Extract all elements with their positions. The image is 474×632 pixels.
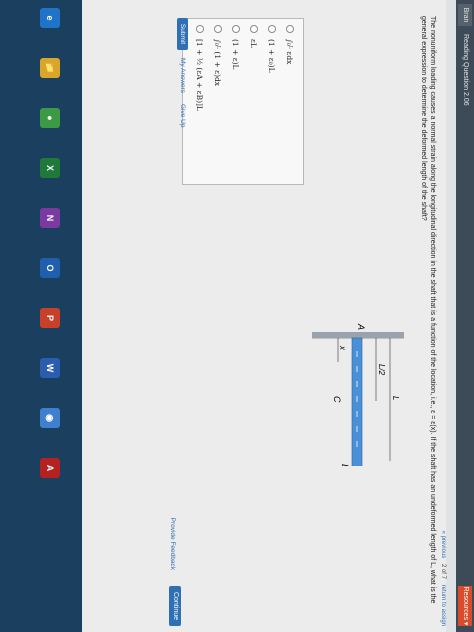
onenote-icon[interactable]: N: [40, 208, 60, 228]
option-3[interactable]: εL: [247, 25, 261, 48]
submit-button[interactable]: Submit: [177, 18, 188, 50]
ie-icon[interactable]: e: [40, 8, 60, 28]
radio-button[interactable]: [196, 25, 204, 33]
folder-icon[interactable]: 📁: [40, 58, 60, 78]
label-C: C: [332, 396, 342, 403]
chrome-icon[interactable]: ●: [40, 108, 60, 128]
radio-button[interactable]: [250, 25, 258, 33]
radio-button[interactable]: [286, 25, 294, 33]
label-x: x: [338, 345, 347, 351]
option-4[interactable]: (1 + ε)L: [229, 25, 243, 70]
option-2[interactable]: (1 + ε₀)L: [265, 25, 279, 73]
continue-button[interactable]: Continue: [169, 586, 181, 626]
question-text: The nonuniform loading causes a normal s…: [420, 16, 436, 604]
label-L2: L/2: [377, 364, 386, 376]
label-B: B: [340, 464, 350, 466]
label-L: L: [391, 396, 400, 400]
option-label: ∫₀ᴸ εdx: [285, 39, 295, 65]
outlook-icon[interactable]: O: [40, 258, 60, 278]
resources-button[interactable]: Resources ▾: [458, 586, 472, 626]
wall-support: [312, 332, 404, 338]
option-5[interactable]: ∫₀ᴸ (1 + ε)dx: [211, 25, 225, 86]
my-answers-link[interactable]: My Answers: [179, 58, 186, 93]
radio-button[interactable]: [214, 25, 222, 33]
tab-bar: Bran Reading Question 2.06 Resources ▾: [456, 0, 474, 632]
tab-bran[interactable]: Bran: [458, 4, 472, 26]
question-counter: 2 of 7: [440, 563, 446, 579]
excel-icon[interactable]: X: [40, 158, 60, 178]
taskbar: e 📁 ● X N O P W ◉ A: [0, 0, 82, 632]
answer-panel: ∫₀ᴸ εdx (1 + ε₀)L εL (1 + ε)L ∫₀ᴸ (1 + ε…: [182, 18, 304, 185]
header-strip: [446, 0, 456, 632]
option-1[interactable]: ∫₀ᴸ εdx: [283, 25, 297, 64]
option-label: [1 + ½ (εA + εB)]L: [195, 39, 205, 111]
screen: Bran Reading Question 2.06 Resources ▾ «…: [0, 0, 474, 632]
option-label: (1 + ε)L: [231, 39, 241, 70]
give-up-link[interactable]: Give Up: [179, 104, 186, 127]
tab-reading-question[interactable]: Reading Question 2.06: [458, 34, 472, 106]
acrobat-icon[interactable]: A: [40, 458, 60, 478]
question-nav: « previous 2 of 7 return to assign: [440, 527, 446, 626]
previous-link[interactable]: « previous: [440, 531, 446, 559]
option-label: ∫₀ᴸ (1 + ε)dx: [213, 39, 223, 87]
option-label: εL: [249, 39, 259, 48]
label-A: A: [356, 323, 366, 330]
provide-feedback-link[interactable]: Provide Feedback: [169, 518, 176, 570]
option-label: (1 + ε₀)L: [267, 39, 277, 73]
browser-icon[interactable]: ◉: [40, 408, 60, 428]
powerpoint-icon[interactable]: P: [40, 308, 60, 328]
radio-button[interactable]: [232, 25, 240, 33]
radio-button[interactable]: [268, 25, 276, 33]
shaft-figure: L L/2 A B C x: [312, 323, 404, 466]
word-icon[interactable]: W: [40, 358, 60, 378]
option-6[interactable]: [1 + ½ (εA + εB)]L: [193, 25, 207, 111]
return-link[interactable]: return to assign: [440, 585, 446, 626]
